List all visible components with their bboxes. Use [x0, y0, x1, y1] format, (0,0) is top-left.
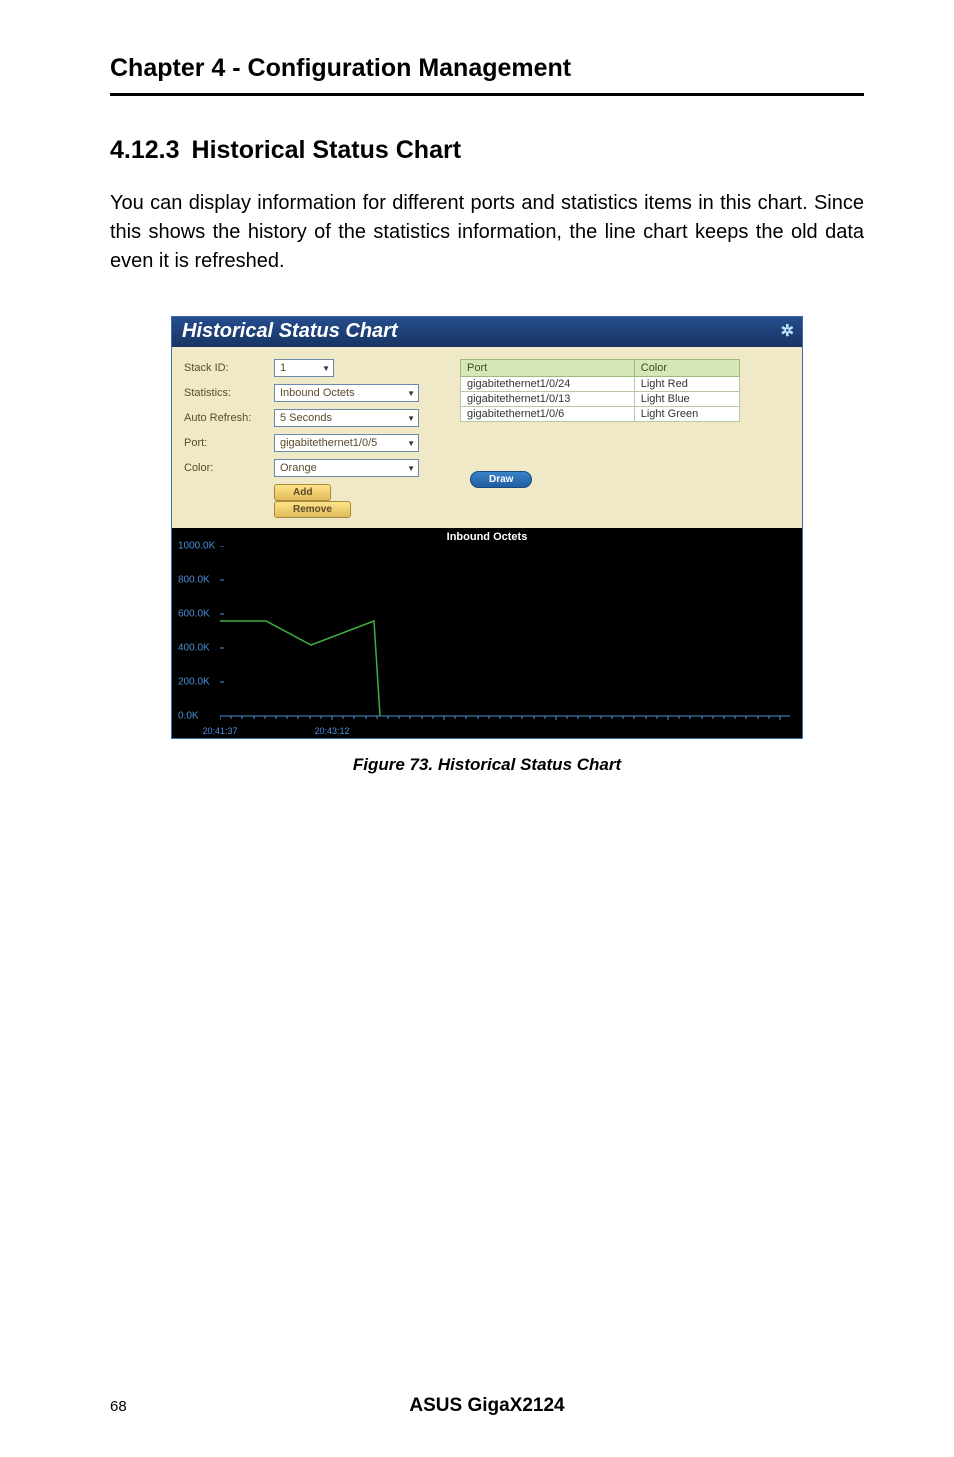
remove-button[interactable]: Remove [274, 501, 351, 518]
table-cell-color: Light Green [634, 407, 739, 422]
figure-wrapper: Historical Status Chart ✲ Stack ID: 1 ▼ … [110, 316, 864, 775]
table-cell-color: Light Blue [634, 392, 739, 407]
chart-plot-area [220, 546, 790, 720]
section-title-text: Historical Status Chart [192, 136, 462, 164]
table-cell-color: Light Red [634, 377, 739, 392]
table-row[interactable]: gigabitethernet1/0/24 Light Red [461, 377, 740, 392]
auto-refresh-select[interactable]: 5 Seconds ▼ [274, 409, 419, 427]
y-tick-label: 600.0K [178, 609, 210, 620]
port-value: gigabitethernet1/0/5 [280, 437, 377, 449]
body-paragraph: You can display information for differen… [110, 189, 864, 276]
color-select[interactable]: Orange ▼ [274, 459, 419, 477]
window-title: Historical Status Chart [182, 320, 398, 342]
refresh-icon[interactable]: ✲ [781, 321, 794, 341]
table-row[interactable]: gigabitethernet1/0/13 Light Blue [461, 392, 740, 407]
auto-refresh-label: Auto Refresh: [184, 412, 274, 424]
color-label: Color: [184, 462, 274, 474]
y-tick-label: 200.0K [178, 677, 210, 688]
figure-caption: Figure 73. Historical Status Chart [110, 755, 864, 775]
y-tick-label: 800.0K [178, 575, 210, 586]
table-row[interactable]: gigabitethernet1/0/6 Light Green [461, 407, 740, 422]
statistics-select[interactable]: Inbound Octets ▼ [274, 384, 419, 402]
add-remove-row: Add Remove [184, 484, 454, 518]
stack-id-label: Stack ID: [184, 362, 274, 374]
y-tick-label: 0.0K [178, 711, 199, 722]
port-color-table: Port Color gigabitethernet1/0/24 Light R… [460, 359, 740, 422]
draw-row: Draw [460, 469, 790, 488]
chart-title: Inbound Octets [172, 528, 802, 546]
chevron-down-icon: ▼ [322, 364, 330, 373]
section-number: 4.12.3 [110, 136, 180, 164]
table-cell-port: gigabitethernet1/0/24 [461, 377, 635, 392]
page-footer: 68 ASUS GigaX2124 [110, 1395, 864, 1457]
chevron-down-icon: ▼ [407, 389, 415, 398]
chart-svg [220, 546, 790, 720]
form-panel: Stack ID: 1 ▼ Statistics: Inbound Octets… [172, 347, 802, 528]
auto-refresh-value: 5 Seconds [280, 412, 332, 424]
chevron-down-icon: ▼ [407, 464, 415, 473]
y-tick-label: 400.0K [178, 643, 210, 654]
auto-refresh-row: Auto Refresh: 5 Seconds ▼ [184, 409, 454, 427]
draw-button[interactable]: Draw [470, 471, 532, 488]
chevron-down-icon: ▼ [407, 414, 415, 423]
table-cell-port: gigabitethernet1/0/6 [461, 407, 635, 422]
window-titlebar: Historical Status Chart ✲ [172, 317, 802, 347]
statistics-label: Statistics: [184, 387, 274, 399]
page-number: 68 [110, 1398, 170, 1415]
footer-product: ASUS GigaX2124 [170, 1395, 804, 1417]
port-row: Port: gigabitethernet1/0/5 ▼ [184, 434, 454, 452]
stack-id-value: 1 [280, 362, 286, 374]
stack-id-row: Stack ID: 1 ▼ [184, 359, 454, 377]
color-value: Orange [280, 462, 317, 474]
stack-id-select[interactable]: 1 ▼ [274, 359, 334, 377]
chart-area: Inbound Octets 1000.0K 800.0K 600.0K 400… [172, 528, 802, 738]
chapter-header: Chapter 4 - Configuration Management [110, 54, 864, 83]
x-tick-label: 20:43:12 [314, 726, 349, 736]
add-button[interactable]: Add [274, 484, 331, 501]
x-tick-label: 20:41:37 [202, 726, 237, 736]
table-header-color: Color [634, 360, 739, 377]
y-tick-label: 1000.0K [178, 541, 215, 552]
port-select[interactable]: gigabitethernet1/0/5 ▼ [274, 434, 419, 452]
app-window: Historical Status Chart ✲ Stack ID: 1 ▼ … [171, 316, 803, 739]
table-header-port: Port [461, 360, 635, 377]
form-left-column: Stack ID: 1 ▼ Statistics: Inbound Octets… [184, 359, 454, 518]
section-heading: 4.12.3 Historical Status Chart [110, 136, 864, 165]
form-right-column: Port Color gigabitethernet1/0/24 Light R… [454, 359, 790, 518]
statistics-row: Statistics: Inbound Octets ▼ [184, 384, 454, 402]
statistics-value: Inbound Octets [280, 387, 355, 399]
port-label: Port: [184, 437, 274, 449]
header-rule [110, 93, 864, 96]
table-cell-port: gigabitethernet1/0/13 [461, 392, 635, 407]
chevron-down-icon: ▼ [407, 439, 415, 448]
chart-series-line [220, 621, 380, 716]
color-row: Color: Orange ▼ [184, 459, 454, 477]
